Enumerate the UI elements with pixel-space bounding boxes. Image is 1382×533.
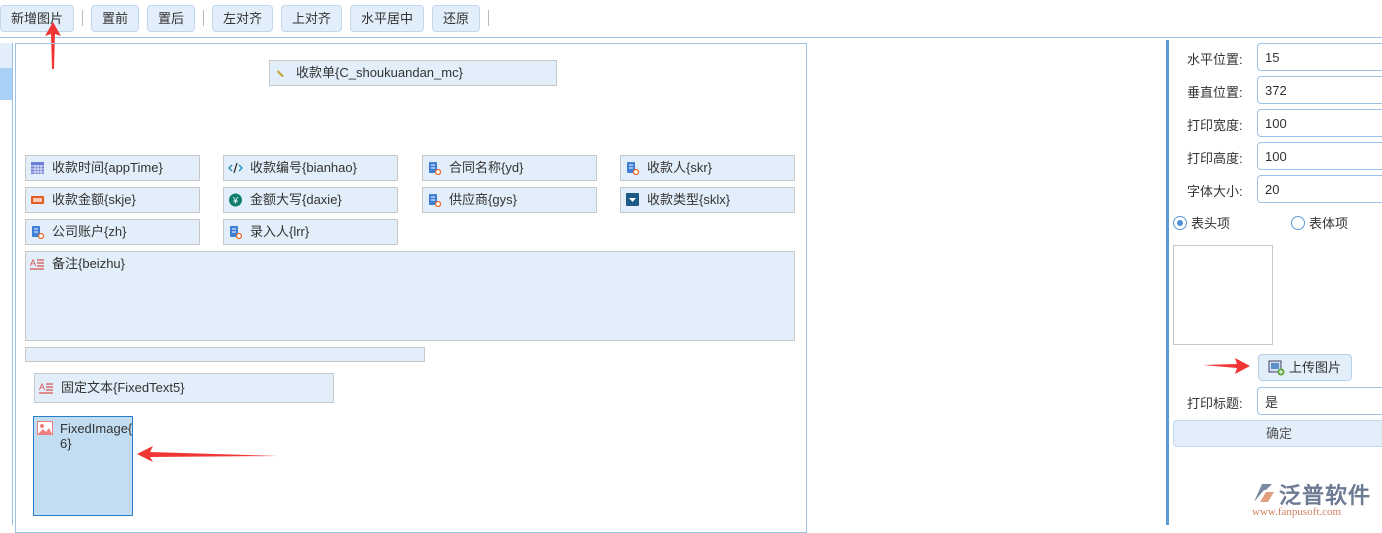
radio-label: 表体项 xyxy=(1309,216,1349,231)
field-label: 打印宽度: xyxy=(1187,118,1243,133)
number-icon xyxy=(31,196,44,204)
field-label: 打印标题: xyxy=(1187,396,1243,411)
svg-text:¥: ¥ xyxy=(232,196,239,206)
field-sklx[interactable]: 收款类型{sklx} xyxy=(620,187,795,213)
toolbar: 新增图片 置前 置后 左对齐 上对齐 水平居中 还原 xyxy=(0,0,1382,38)
user-doc-icon xyxy=(230,226,243,239)
field-label: 收款人{skr} xyxy=(647,160,713,175)
svg-text:A: A xyxy=(30,258,36,268)
field-label: 收款金额{skje} xyxy=(52,192,136,207)
center-horizontal-button[interactable]: 水平居中 xyxy=(350,5,424,32)
properties-panel: 水平位置: 垂直位置: 打印宽度: 打印高度: 字体大小: 表头项 表体项 上传… xyxy=(1166,40,1382,525)
divider xyxy=(488,10,489,26)
restore-button[interactable]: 还原 xyxy=(432,5,480,32)
align-left-button[interactable]: 左对齐 xyxy=(212,5,273,32)
field-label: 固定文本{FixedText5} xyxy=(61,380,185,395)
field-label: 公司账户{zh} xyxy=(52,224,127,239)
divider xyxy=(82,10,83,26)
field-label: 6} xyxy=(60,436,72,451)
radio-header-item[interactable]: 表头项 xyxy=(1173,213,1230,232)
field-label: FixedImage{ xyxy=(60,421,133,436)
field-label: 备注{beizhu} xyxy=(52,256,125,271)
pencil-icon xyxy=(277,70,284,77)
svg-text:A: A xyxy=(39,382,45,392)
user-doc-icon xyxy=(32,226,45,239)
vertical-position-row: 垂直位置: xyxy=(1185,76,1382,104)
field-label: 垂直位置: xyxy=(1187,85,1243,100)
code-icon xyxy=(228,162,243,174)
left-scrollbar[interactable] xyxy=(0,43,13,525)
design-canvas: 收款单{C_shoukuandan_mc} 收款时间{appTime} 收款编号… xyxy=(15,43,807,533)
user-doc-icon xyxy=(627,162,640,175)
yen-icon: ¥ xyxy=(229,193,242,207)
field-label: 收款单{C_shoukuandan_mc} xyxy=(296,65,463,80)
radio-body-item[interactable]: 表体项 xyxy=(1291,213,1348,232)
field-label: 收款编号{bianhao} xyxy=(250,160,357,175)
confirm-button[interactable]: 确定 xyxy=(1173,420,1382,447)
field-label: 金额大写{daxie} xyxy=(250,192,342,207)
dropdown-icon xyxy=(626,193,639,206)
field-label: 录入人{lrr} xyxy=(250,224,310,239)
field-label: 打印高度: xyxy=(1187,151,1243,166)
upload-image-button[interactable]: 上传图片 xyxy=(1258,354,1352,381)
horizontal-position-row: 水平位置: xyxy=(1185,43,1382,71)
radio-checked-icon xyxy=(1173,215,1187,230)
font-size-input[interactable] xyxy=(1257,175,1382,203)
user-doc-icon xyxy=(429,194,442,207)
logo-url: www.fanpusoft.com xyxy=(1252,506,1342,518)
empty-field[interactable] xyxy=(25,347,425,362)
field-fixedimage[interactable]: FixedImage{ 6} xyxy=(33,416,133,516)
fanpusoft-logo: 泛普软件 www.fanpusoft.com xyxy=(1252,478,1382,525)
print-width-row: 打印宽度: xyxy=(1185,109,1382,137)
field-daxie[interactable]: ¥ 金额大写{daxie} xyxy=(223,187,398,213)
field-beizhu[interactable]: A 备注{beizhu} xyxy=(25,251,795,341)
field-label: 水平位置: xyxy=(1187,52,1243,67)
field-label: 收款时间{appTime} xyxy=(52,160,163,175)
field-skr[interactable]: 收款人{skr} xyxy=(620,155,795,181)
print-title-select[interactable] xyxy=(1257,387,1382,415)
field-skje[interactable]: 收款金额{skje} xyxy=(25,187,200,213)
field-zh[interactable]: 公司账户{zh} xyxy=(25,219,200,245)
title-field[interactable]: 收款单{C_shoukuandan_mc} xyxy=(269,60,557,86)
red-arrow-annotation xyxy=(1203,358,1250,374)
send-back-button[interactable]: 置后 xyxy=(147,5,195,32)
field-gys[interactable]: 供应商{gys} xyxy=(422,187,597,213)
print-height-input[interactable] xyxy=(1257,142,1382,170)
field-label: 收款类型{sklx} xyxy=(647,192,731,207)
field-label: 合同名称{yd} xyxy=(449,160,524,175)
horizontal-position-input[interactable] xyxy=(1257,43,1382,71)
user-doc-icon xyxy=(429,162,442,175)
field-lrr[interactable]: 录入人{lrr} xyxy=(223,219,398,245)
field-label: 供应商{gys} xyxy=(449,192,517,207)
print-title-row: 打印标题: xyxy=(1185,387,1382,415)
vertical-position-input[interactable] xyxy=(1257,76,1382,104)
red-arrow-annotation xyxy=(137,446,278,462)
logo-mark-icon xyxy=(1254,484,1274,502)
field-fixedtext[interactable]: A 固定文本{FixedText5} xyxy=(34,373,334,403)
align-top-button[interactable]: 上对齐 xyxy=(281,5,342,32)
radio-label: 表头项 xyxy=(1191,216,1231,231)
print-width-input[interactable] xyxy=(1257,109,1382,137)
field-label: 字体大小: xyxy=(1187,184,1243,199)
bring-front-button[interactable]: 置前 xyxy=(91,5,139,32)
image-icon xyxy=(37,421,53,435)
divider xyxy=(203,10,204,26)
field-yd[interactable]: 合同名称{yd} xyxy=(422,155,597,181)
upload-image-icon xyxy=(1268,360,1285,376)
text-icon: A xyxy=(30,258,44,270)
field-bianhao[interactable]: 收款编号{bianhao} xyxy=(223,155,398,181)
font-size-row: 字体大小: xyxy=(1185,175,1382,203)
upload-label: 上传图片 xyxy=(1289,360,1342,375)
radio-unchecked-icon xyxy=(1291,215,1305,230)
add-image-button[interactable]: 新增图片 xyxy=(0,5,74,32)
print-height-row: 打印高度: xyxy=(1185,142,1382,170)
field-appTime[interactable]: 收款时间{appTime} xyxy=(25,155,200,181)
calendar-icon xyxy=(31,162,44,174)
image-preview xyxy=(1173,245,1273,345)
text-icon: A xyxy=(39,382,53,394)
